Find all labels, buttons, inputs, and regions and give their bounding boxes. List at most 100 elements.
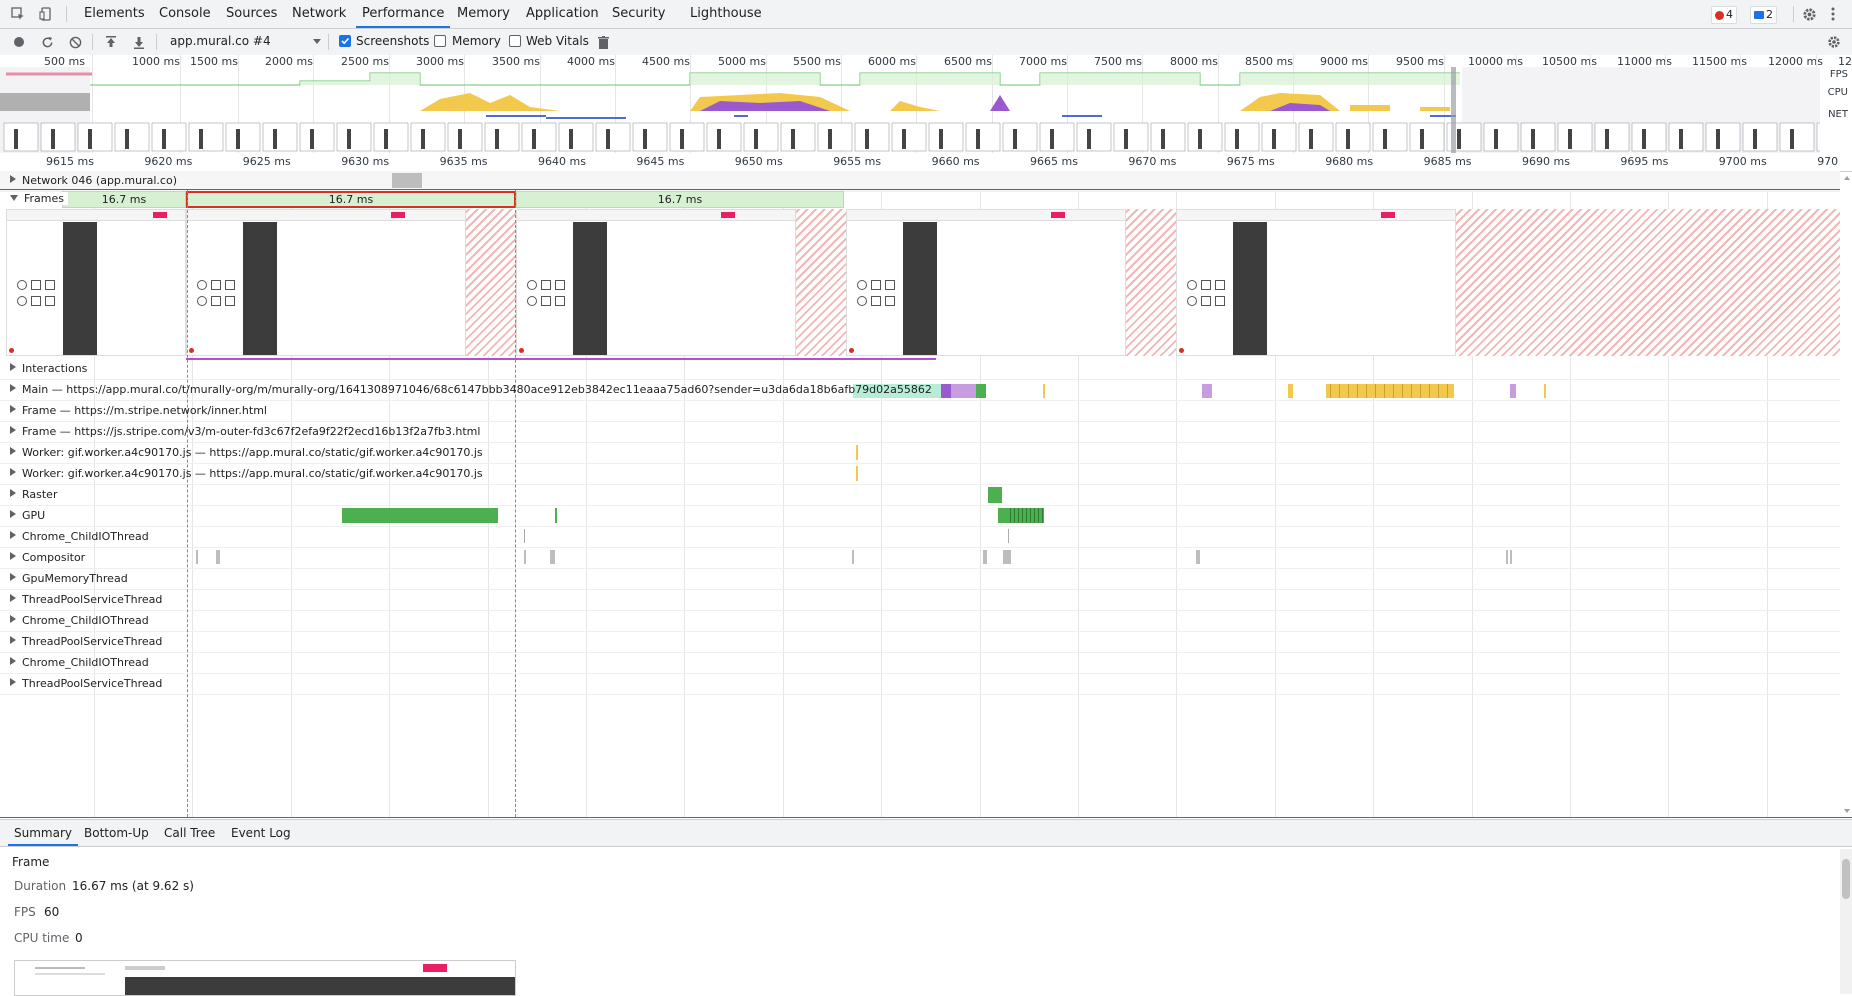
gpu-task[interactable] [555, 508, 557, 523]
main-task[interactable] [951, 384, 976, 398]
raster-task[interactable] [988, 487, 1002, 503]
expand-arrow-icon[interactable] [10, 384, 16, 392]
compositor-task[interactable] [1506, 550, 1508, 564]
main-task-tick[interactable] [1366, 384, 1367, 398]
compositor-task[interactable] [524, 550, 526, 564]
thread-track[interactable]: ThreadPoolServiceThread [0, 632, 1840, 653]
gpu-task-tick[interactable] [1034, 508, 1035, 523]
clear-icon[interactable] [68, 35, 82, 49]
tab-performance[interactable]: Performance [356, 0, 451, 28]
main-task-tick[interactable] [1339, 384, 1340, 398]
gpu-task-tick[interactable] [1018, 508, 1019, 523]
tab-security[interactable]: Security [612, 0, 665, 28]
main-task-tick[interactable] [1411, 384, 1412, 398]
expand-arrow-icon[interactable] [10, 363, 16, 371]
gpu-task[interactable] [342, 508, 498, 523]
main-task[interactable] [1510, 384, 1516, 398]
gpu-task-tick[interactable] [1042, 508, 1043, 523]
expand-arrow-icon[interactable] [10, 552, 16, 560]
expand-arrow-icon[interactable] [10, 678, 16, 686]
collapse-arrow-icon[interactable] [10, 195, 18, 201]
compositor-task[interactable] [196, 550, 198, 564]
expand-arrow-icon[interactable] [10, 489, 16, 497]
frame-duration-box-selected[interactable]: 16.7 ms [186, 191, 516, 208]
thread-track[interactable]: Chrome_ChildIOThread [0, 527, 1840, 548]
expand-arrow-icon[interactable] [10, 510, 16, 518]
frame-duration-box[interactable]: 16.7 ms [516, 191, 844, 208]
panel-splitter[interactable] [0, 817, 1852, 818]
main-task-tick[interactable] [1330, 384, 1331, 398]
thread-track[interactable]: GpuMemoryThread [0, 569, 1840, 590]
gpu-task-tick[interactable] [1022, 508, 1023, 523]
message-count-badge[interactable]: 2 [1750, 6, 1777, 24]
thread-track[interactable]: Frame — https://js.stripe.com/v3/m-outer… [0, 422, 1840, 443]
thread-track[interactable]: Interactions [0, 359, 1840, 380]
expand-arrow-icon[interactable] [10, 405, 16, 413]
load-profile-icon[interactable] [104, 34, 118, 50]
expand-arrow-icon[interactable] [10, 594, 16, 602]
collect-garbage-icon[interactable] [596, 34, 610, 50]
tab-call-tree[interactable]: Call Tree [164, 820, 215, 846]
thread-track[interactable]: Compositor [0, 548, 1840, 569]
main-task-tick[interactable] [1348, 384, 1349, 398]
expand-arrow-icon[interactable] [10, 573, 16, 581]
expand-arrow-icon[interactable] [10, 468, 16, 476]
main-task[interactable] [1202, 384, 1212, 398]
expand-arrow-icon[interactable] [10, 531, 16, 539]
gpu-task-tick[interactable] [1010, 508, 1011, 523]
main-task[interactable] [976, 384, 986, 398]
memory-checkbox[interactable] [434, 35, 446, 47]
flame-chart-scrollbar[interactable] [1842, 172, 1852, 817]
inspect-element-icon[interactable] [10, 6, 26, 22]
tab-lighthouse[interactable]: Lighthouse [690, 0, 762, 28]
tab-bottom-up[interactable]: Bottom-Up [84, 820, 149, 846]
tab-memory[interactable]: Memory [457, 0, 510, 28]
network-request-bar[interactable] [392, 173, 422, 188]
record-icon[interactable] [12, 35, 26, 49]
main-task[interactable] [1288, 384, 1293, 398]
gpu-task-tick[interactable] [1030, 508, 1031, 523]
main-task-tick[interactable] [1447, 384, 1448, 398]
main-task-tick[interactable] [1420, 384, 1421, 398]
main-task-tick[interactable] [1375, 384, 1376, 398]
frame-duration-box[interactable]: 16.7 ms [62, 191, 186, 208]
main-task[interactable] [1326, 384, 1454, 398]
tab-console[interactable]: Console [159, 0, 211, 28]
scroll-up-icon[interactable] [1844, 176, 1850, 180]
expand-arrow-icon[interactable] [10, 447, 16, 455]
gpu-task-tick[interactable] [1038, 508, 1039, 523]
io-task[interactable] [524, 529, 525, 543]
tab-application[interactable]: Application [526, 0, 599, 28]
main-task[interactable] [1544, 384, 1546, 398]
compositor-task[interactable] [983, 550, 987, 564]
thread-track[interactable]: Raster [0, 485, 1840, 506]
main-task[interactable] [1043, 384, 1045, 398]
recording-dropdown-icon[interactable] [313, 39, 321, 44]
web-vitals-checkbox[interactable] [509, 35, 521, 47]
main-task-tick[interactable] [1429, 384, 1430, 398]
reload-profile-icon[interactable] [40, 35, 54, 49]
main-task-tick[interactable] [1357, 384, 1358, 398]
tab-event-log[interactable]: Event Log [231, 820, 291, 846]
compositor-task[interactable] [852, 550, 854, 564]
io-task[interactable] [1008, 529, 1009, 543]
thread-track[interactable]: Worker: gif.worker.a4c90170.js — https:/… [0, 464, 1840, 485]
settings-gear-icon[interactable] [1800, 5, 1818, 23]
thread-track[interactable]: GPU [0, 506, 1840, 527]
tab-elements[interactable]: Elements [84, 0, 145, 28]
gpu-task-tick[interactable] [1026, 508, 1027, 523]
tab-summary[interactable]: Summary [8, 820, 78, 846]
main-task[interactable] [941, 384, 951, 398]
error-count-badge[interactable]: 4 [1711, 6, 1737, 24]
thread-track[interactable]: ThreadPoolServiceThread [0, 590, 1840, 611]
capture-settings-gear-icon[interactable] [1826, 34, 1842, 50]
scroll-down-icon[interactable] [1844, 809, 1850, 813]
compositor-task[interactable] [1196, 550, 1200, 564]
screenshots-checkbox[interactable] [339, 35, 351, 47]
timeline-overview[interactable]: 500 ms 1000 ms 1500 ms 2000 ms 2500 ms 3000 m… [0, 55, 1852, 154]
compositor-task[interactable] [216, 550, 220, 564]
thread-track[interactable]: Chrome_ChildIOThread [0, 653, 1840, 674]
tab-network[interactable]: Network [292, 0, 346, 28]
thread-track[interactable]: Frame — https://m.stripe.network/inner.h… [0, 401, 1840, 422]
thread-track[interactable]: Worker: gif.worker.a4c90170.js — https:/… [0, 443, 1840, 464]
